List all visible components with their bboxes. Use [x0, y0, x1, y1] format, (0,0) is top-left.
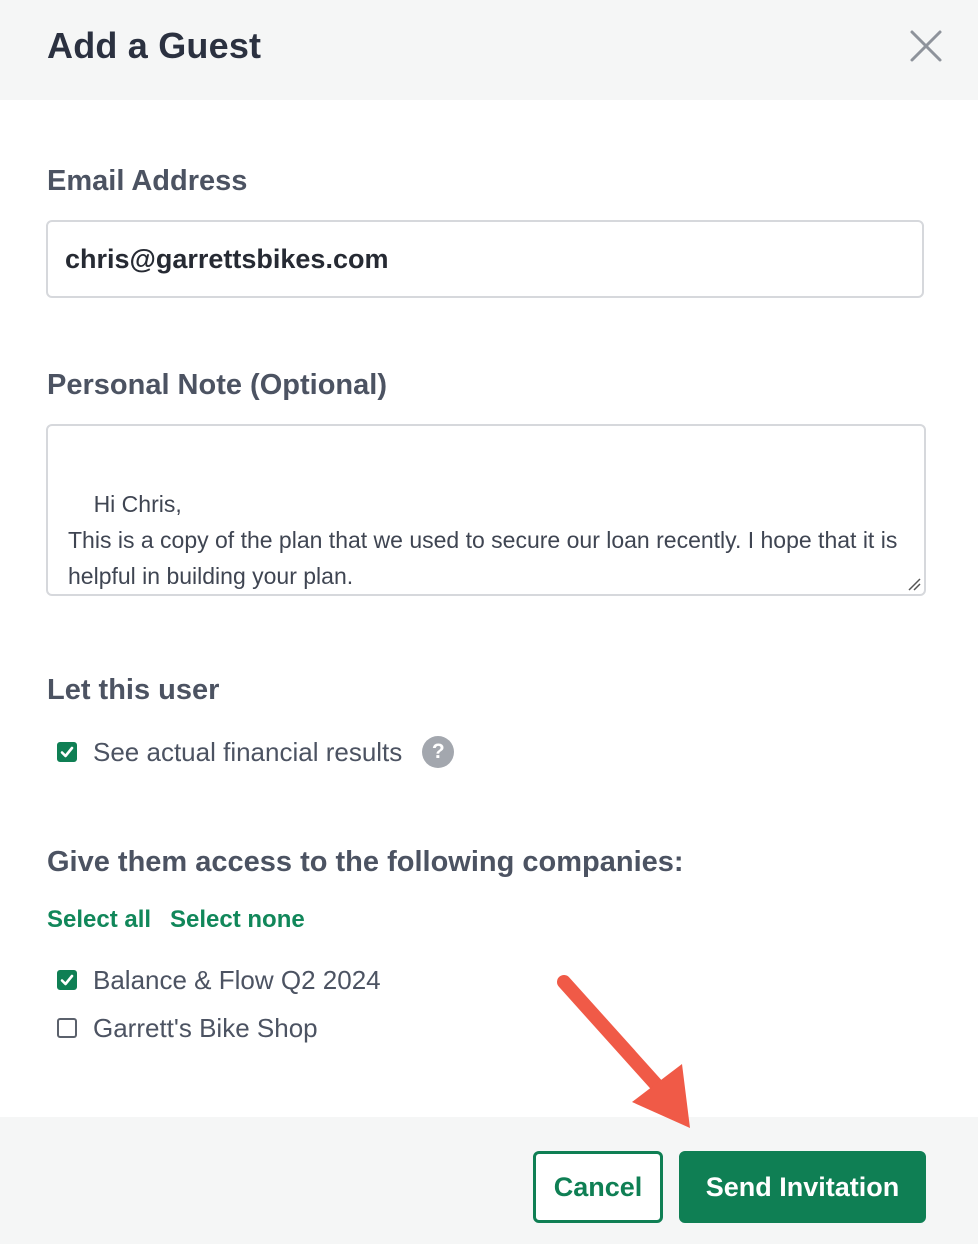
dialog-title: Add a Guest: [47, 25, 262, 66]
cancel-button[interactable]: Cancel: [533, 1151, 663, 1223]
company-item[interactable]: Garrett's Bike Shop: [57, 1013, 318, 1043]
annotation-arrow-icon: [557, 975, 690, 1128]
company-item[interactable]: Balance & Flow Q2 2024: [57, 965, 381, 995]
close-button[interactable]: [904, 24, 948, 68]
company-label: Garrett's Bike Shop: [93, 1013, 318, 1043]
checkmark-icon: [60, 746, 74, 758]
permission-label: See actual financial results: [93, 737, 403, 767]
email-label: Email Address: [47, 165, 248, 197]
note-label: Personal Note (Optional): [47, 369, 387, 401]
personal-note-textarea[interactable]: Hi Chris, This is a copy of the plan tha…: [46, 424, 926, 596]
send-invitation-button[interactable]: Send Invitation: [679, 1151, 926, 1223]
dialog-header: Add a Guest: [0, 0, 978, 100]
company-label: Balance & Flow Q2 2024: [93, 965, 381, 995]
close-icon: [910, 30, 942, 62]
email-field[interactable]: [46, 220, 924, 298]
select-all-link[interactable]: Select all: [47, 904, 151, 936]
checkbox-unchecked[interactable]: [57, 1018, 77, 1038]
checkbox-checked[interactable]: [57, 970, 77, 990]
select-none-link[interactable]: Select none: [170, 904, 305, 936]
permission-financial-results[interactable]: See actual financial results ?: [57, 736, 455, 768]
add-guest-dialog: Add a Guest Email Address Personal Note …: [0, 0, 978, 1244]
checkbox-checked[interactable]: [57, 742, 77, 762]
companies-heading: Give them access to the following compan…: [47, 846, 684, 878]
question-icon[interactable]: ?: [422, 736, 455, 768]
personal-note-text: Hi Chris, This is a copy of the plan tha…: [68, 491, 898, 589]
resize-handle-icon[interactable]: [907, 577, 921, 591]
permissions-heading: Let this user: [47, 674, 220, 706]
checkmark-icon: [60, 974, 74, 986]
